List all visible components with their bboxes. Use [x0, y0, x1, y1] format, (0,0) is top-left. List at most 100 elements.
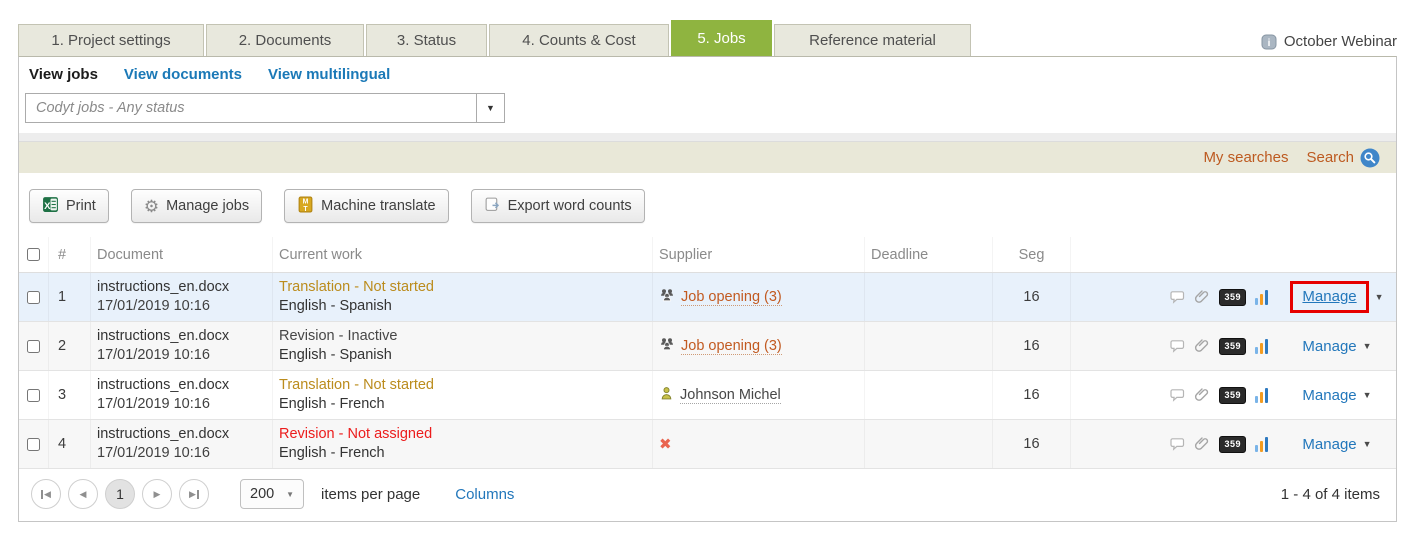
comment-icon[interactable]	[1169, 338, 1185, 354]
header-deadline[interactable]: Deadline	[865, 237, 993, 272]
svg-text:M: M	[303, 198, 309, 205]
subnav-view-jobs[interactable]: View jobs	[29, 66, 98, 83]
first-page-button[interactable]: ◀	[31, 479, 61, 509]
tab-project-settings[interactable]: 1. Project settings	[18, 24, 204, 56]
filter-dropdown-button[interactable]: ▼	[477, 93, 505, 123]
svg-text:i: i	[1268, 38, 1271, 49]
manage-link[interactable]: Manage	[1302, 387, 1356, 404]
manage-jobs-button[interactable]: ⚙ Manage jobs	[131, 189, 262, 223]
chevron-down-icon: ▼	[286, 490, 294, 499]
supplier-link[interactable]: Job opening (3)	[681, 338, 782, 355]
supplier-link[interactable]: Job opening (3)	[681, 289, 782, 306]
table-row: 3 instructions_en.docx 17/01/2019 10:16 …	[19, 371, 1396, 420]
statistics-chart-icon[interactable]	[1255, 290, 1268, 305]
segment-count: 16	[993, 420, 1071, 468]
table-header: # Document Current work Supplier Deadlin…	[19, 237, 1396, 273]
search-link[interactable]: Search	[1306, 149, 1354, 166]
view-subnav: View jobs View documents View multilingu…	[19, 57, 1396, 91]
manage-caret-icon[interactable]: ▼	[1363, 390, 1372, 400]
page-size-select[interactable]: 200 ▼	[240, 479, 304, 509]
document-name[interactable]: instructions_en.docx	[97, 425, 229, 444]
machine-translate-button[interactable]: MT Machine translate	[284, 189, 448, 223]
export-icon	[484, 196, 501, 217]
job-filter-input[interactable]	[25, 93, 477, 123]
header-supplier[interactable]: Supplier	[653, 237, 865, 272]
jobs-panel: View jobs View documents View multilingu…	[18, 56, 1397, 522]
row-checkbox[interactable]	[27, 291, 40, 304]
group-icon	[659, 336, 675, 356]
row-number: 1	[49, 273, 91, 321]
export-word-counts-label: Export word counts	[508, 198, 632, 214]
jobs-toolbar: X Print ⚙ Manage jobs MT Machine transla…	[19, 173, 1396, 237]
machine-translate-label: Machine translate	[321, 198, 435, 214]
print-button[interactable]: X Print	[29, 189, 109, 223]
columns-link[interactable]: Columns	[455, 486, 514, 503]
items-per-page-label: items per page	[321, 486, 420, 503]
paperclip-icon[interactable]	[1194, 436, 1210, 452]
last-page-button[interactable]: ▶	[179, 479, 209, 509]
arrow-left-icon: ◀	[44, 489, 51, 500]
wordcount-badge[interactable]: 359	[1219, 338, 1246, 355]
manage-link[interactable]: Manage	[1302, 288, 1356, 305]
manage-link[interactable]: Manage	[1302, 338, 1356, 355]
supplier-link[interactable]: Johnson Michel	[680, 387, 781, 404]
statistics-chart-icon[interactable]	[1255, 388, 1268, 403]
subnav-view-multilingual[interactable]: View multilingual	[268, 66, 390, 83]
manage-caret-icon[interactable]: ▼	[1363, 439, 1372, 449]
my-searches-link[interactable]: My searches	[1203, 149, 1288, 166]
tab-status[interactable]: 3. Status	[366, 24, 487, 56]
document-name[interactable]: instructions_en.docx	[97, 278, 229, 297]
manage-caret-icon[interactable]: ▼	[1363, 341, 1372, 351]
pagination-bar: ◀ ◀ 1 ▶ ▶ 200 ▼ items per page Columns 1…	[19, 469, 1396, 521]
document-name[interactable]: instructions_en.docx	[97, 327, 229, 346]
comment-icon[interactable]	[1169, 436, 1185, 452]
header-num[interactable]: #	[49, 237, 91, 272]
statistics-chart-icon[interactable]	[1255, 339, 1268, 354]
paperclip-icon[interactable]	[1194, 289, 1210, 305]
language-pair: English - French	[279, 395, 434, 414]
arrow-right-icon: ▶	[154, 489, 161, 500]
row-checkbox[interactable]	[27, 438, 40, 451]
manage-caret-icon[interactable]: ▼	[1375, 292, 1384, 302]
header-current-work[interactable]: Current work	[273, 237, 653, 272]
current-page-button[interactable]: 1	[105, 479, 135, 509]
segment-count: 16	[993, 371, 1071, 419]
table-row: 2 instructions_en.docx 17/01/2019 10:16 …	[19, 322, 1396, 371]
row-checkbox[interactable]	[27, 340, 40, 353]
deadline-cell	[865, 371, 993, 419]
search-icon[interactable]	[1360, 148, 1380, 168]
row-checkbox[interactable]	[27, 389, 40, 402]
manage-jobs-label: Manage jobs	[166, 198, 249, 214]
statistics-chart-icon[interactable]	[1255, 437, 1268, 452]
wordcount-badge[interactable]: 359	[1219, 289, 1246, 306]
export-word-counts-button[interactable]: Export word counts	[471, 189, 645, 223]
segment-count: 16	[993, 273, 1071, 321]
header-document[interactable]: Document	[91, 237, 273, 272]
tab-jobs[interactable]: 5. Jobs	[671, 20, 772, 56]
document-name[interactable]: instructions_en.docx	[97, 376, 229, 395]
language-pair: English - French	[279, 444, 432, 463]
paperclip-icon[interactable]	[1194, 338, 1210, 354]
previous-page-button[interactable]: ◀	[68, 479, 98, 509]
machine-translate-icon: MT	[297, 196, 314, 217]
next-page-button[interactable]: ▶	[142, 479, 172, 509]
wordcount-badge[interactable]: 359	[1219, 387, 1246, 404]
language-pair: English - Spanish	[279, 297, 434, 316]
filter-row: ▼	[19, 91, 1396, 133]
info-icon[interactable]: i	[1261, 34, 1277, 50]
row-number: 3	[49, 371, 91, 419]
comment-icon[interactable]	[1169, 289, 1185, 305]
no-supplier-cross-icon[interactable]: ✖	[659, 437, 672, 452]
manage-link[interactable]: Manage	[1302, 436, 1356, 453]
header-seg[interactable]: Seg	[993, 237, 1071, 272]
tab-reference-material[interactable]: Reference material	[774, 24, 971, 56]
subnav-view-documents[interactable]: View documents	[124, 66, 242, 83]
tab-documents[interactable]: 2. Documents	[206, 24, 364, 56]
tab-counts-cost[interactable]: 4. Counts & Cost	[489, 24, 669, 56]
paperclip-icon[interactable]	[1194, 387, 1210, 403]
table-row: 4 instructions_en.docx 17/01/2019 10:16 …	[19, 420, 1396, 469]
select-all-checkbox[interactable]	[27, 248, 40, 261]
webinar-widget[interactable]: i October Webinar	[1261, 33, 1397, 56]
wordcount-badge[interactable]: 359	[1219, 436, 1246, 453]
comment-icon[interactable]	[1169, 387, 1185, 403]
